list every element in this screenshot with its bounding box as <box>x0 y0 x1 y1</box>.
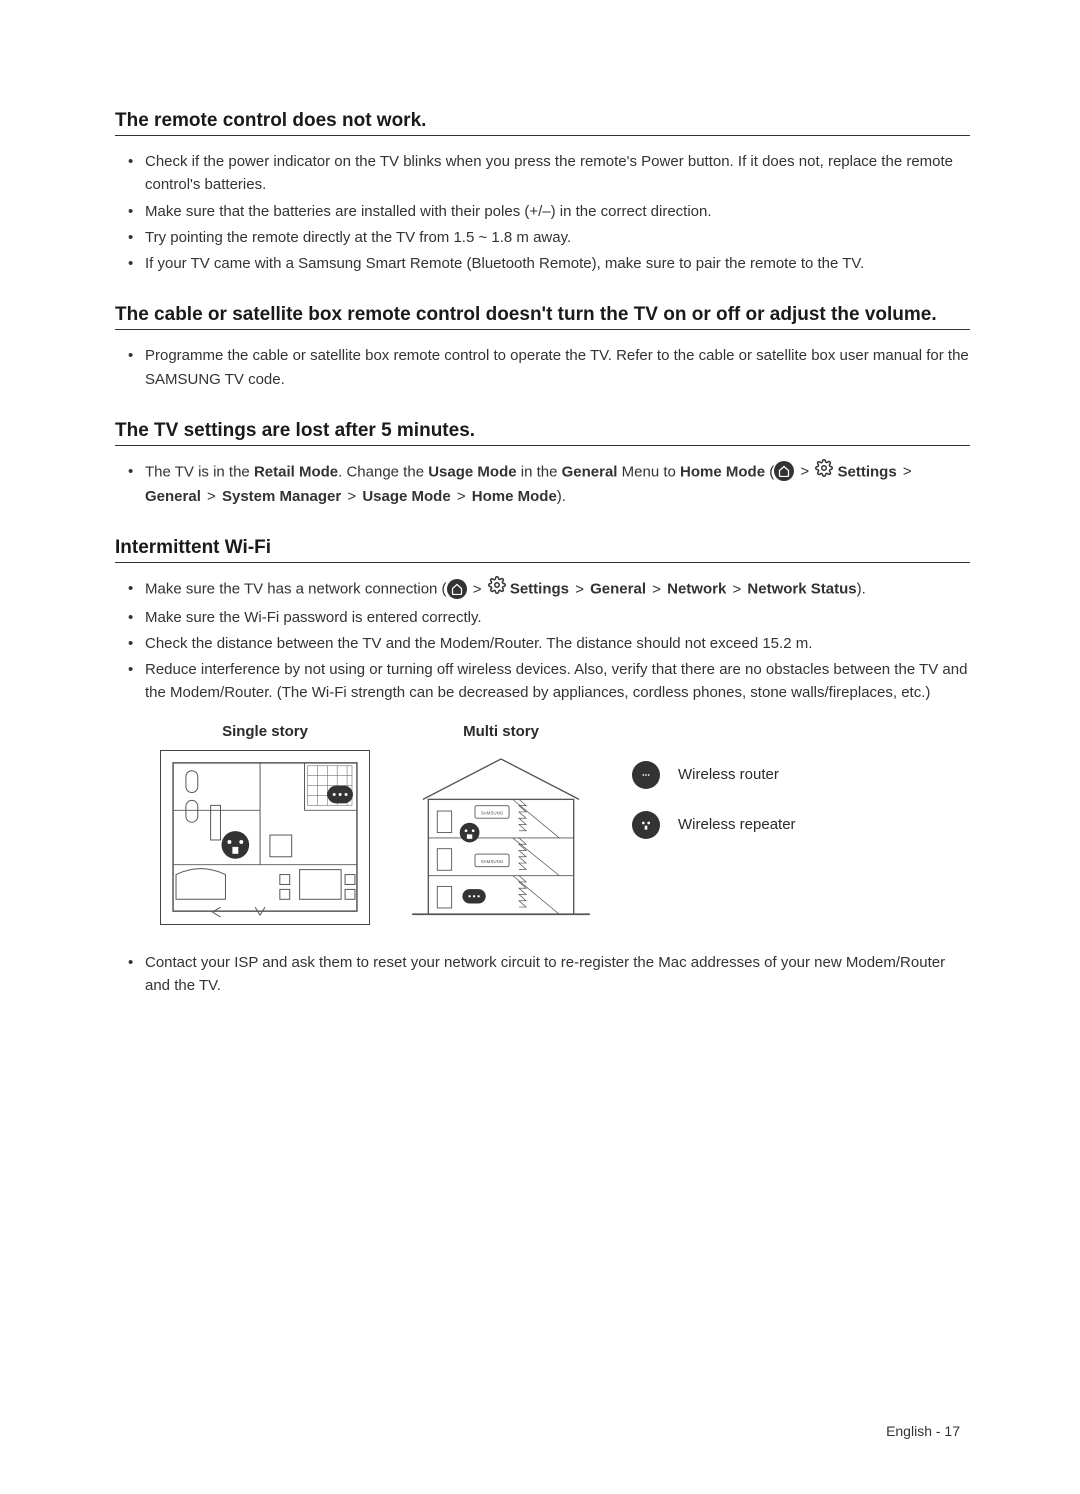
text: . Change the <box>338 463 428 480</box>
text: Make sure the TV has a network connectio… <box>145 581 447 598</box>
text-bold: Usage Mode <box>362 488 450 505</box>
chevron-icon: > <box>575 578 584 601</box>
gear-icon <box>815 459 833 484</box>
list-item: Contact your ISP and ask them to reset y… <box>133 951 970 998</box>
chevron-icon: > <box>652 578 661 601</box>
heading-wifi: Intermittent Wi-Fi <box>115 537 970 563</box>
text-bold: Usage Mode <box>428 463 516 480</box>
list-item: Make sure the Wi-Fi password is entered … <box>133 606 970 629</box>
text-bold: Retail Mode <box>254 463 338 480</box>
list-settings-lost: The TV is in the Retail Mode. Change the… <box>115 460 970 509</box>
heading-remote: The remote control does not work. <box>115 110 970 136</box>
text-bold: Home Mode <box>680 463 765 480</box>
list-remote: Check if the power indicator on the TV b… <box>115 150 970 275</box>
list-item: Make sure the TV has a network connectio… <box>133 577 970 602</box>
router-icon <box>632 761 660 789</box>
list-item: If your TV came with a Samsung Smart Rem… <box>133 252 970 275</box>
text: ). <box>857 581 866 598</box>
legend-row-repeater: Wireless repeater <box>632 811 796 839</box>
list-wifi: Make sure the TV has a network connectio… <box>115 577 970 704</box>
chevron-icon: > <box>800 460 809 483</box>
list-item: Programme the cable or satellite box rem… <box>133 344 970 391</box>
text-bold: Settings <box>838 463 897 480</box>
text-bold: General <box>590 581 646 598</box>
chevron-icon: > <box>347 485 356 508</box>
list-cable: Programme the cable or satellite box rem… <box>115 344 970 391</box>
diagram-title: Single story <box>222 723 308 740</box>
text-bold: Network <box>667 581 726 598</box>
text-bold: Network Status <box>747 581 856 598</box>
list-item: Reduce interference by not using or turn… <box>133 658 970 705</box>
list-item: Make sure that the batteries are install… <box>133 200 970 223</box>
text-bold: System Manager <box>222 488 341 505</box>
legend-row-router: Wireless router <box>632 761 796 789</box>
legend-text: Wireless router <box>678 766 779 783</box>
diagram-multi-story: Multi story <box>396 723 606 925</box>
text: Menu to <box>617 463 680 480</box>
gear-icon <box>488 576 506 601</box>
legend-text: Wireless repeater <box>678 816 796 833</box>
text-bold: General <box>145 488 201 505</box>
chevron-icon: > <box>732 578 741 601</box>
svg-text:SAMSUNG: SAMSUNG <box>481 810 504 815</box>
repeater-icon <box>632 811 660 839</box>
house-multi-icon: SAMSUNG SAMSUNG <box>396 750 606 925</box>
floorplan-single-icon <box>160 750 370 925</box>
page-footer: English - 17 <box>886 1423 960 1439</box>
list-item: Try pointing the remote directly at the … <box>133 226 970 249</box>
text-bold: Home Mode <box>472 488 557 505</box>
diagram-single-story: Single story <box>160 723 370 925</box>
text-bold: Settings <box>510 581 569 598</box>
text: in the <box>517 463 562 480</box>
list-wifi-after: Contact your ISP and ask them to reset y… <box>115 951 970 998</box>
diagram-row: Single story <box>160 723 970 925</box>
text-bold: General <box>562 463 618 480</box>
list-item: The TV is in the Retail Mode. Change the… <box>133 460 970 509</box>
heading-settings-lost: The TV settings are lost after 5 minutes… <box>115 420 970 446</box>
legend: Wireless router Wireless repeater <box>632 723 796 925</box>
home-icon <box>774 461 794 481</box>
chevron-icon: > <box>473 578 482 601</box>
list-item: Check the distance between the TV and th… <box>133 632 970 655</box>
list-item: Check if the power indicator on the TV b… <box>133 150 970 197</box>
chevron-icon: > <box>903 460 912 483</box>
home-icon <box>447 579 467 599</box>
diagram-title: Multi story <box>463 723 539 740</box>
chevron-icon: > <box>207 485 216 508</box>
text: The TV is in the <box>145 463 254 480</box>
svg-text:SAMSUNG: SAMSUNG <box>481 859 504 864</box>
heading-cable: The cable or satellite box remote contro… <box>115 304 970 330</box>
chevron-icon: > <box>457 485 466 508</box>
